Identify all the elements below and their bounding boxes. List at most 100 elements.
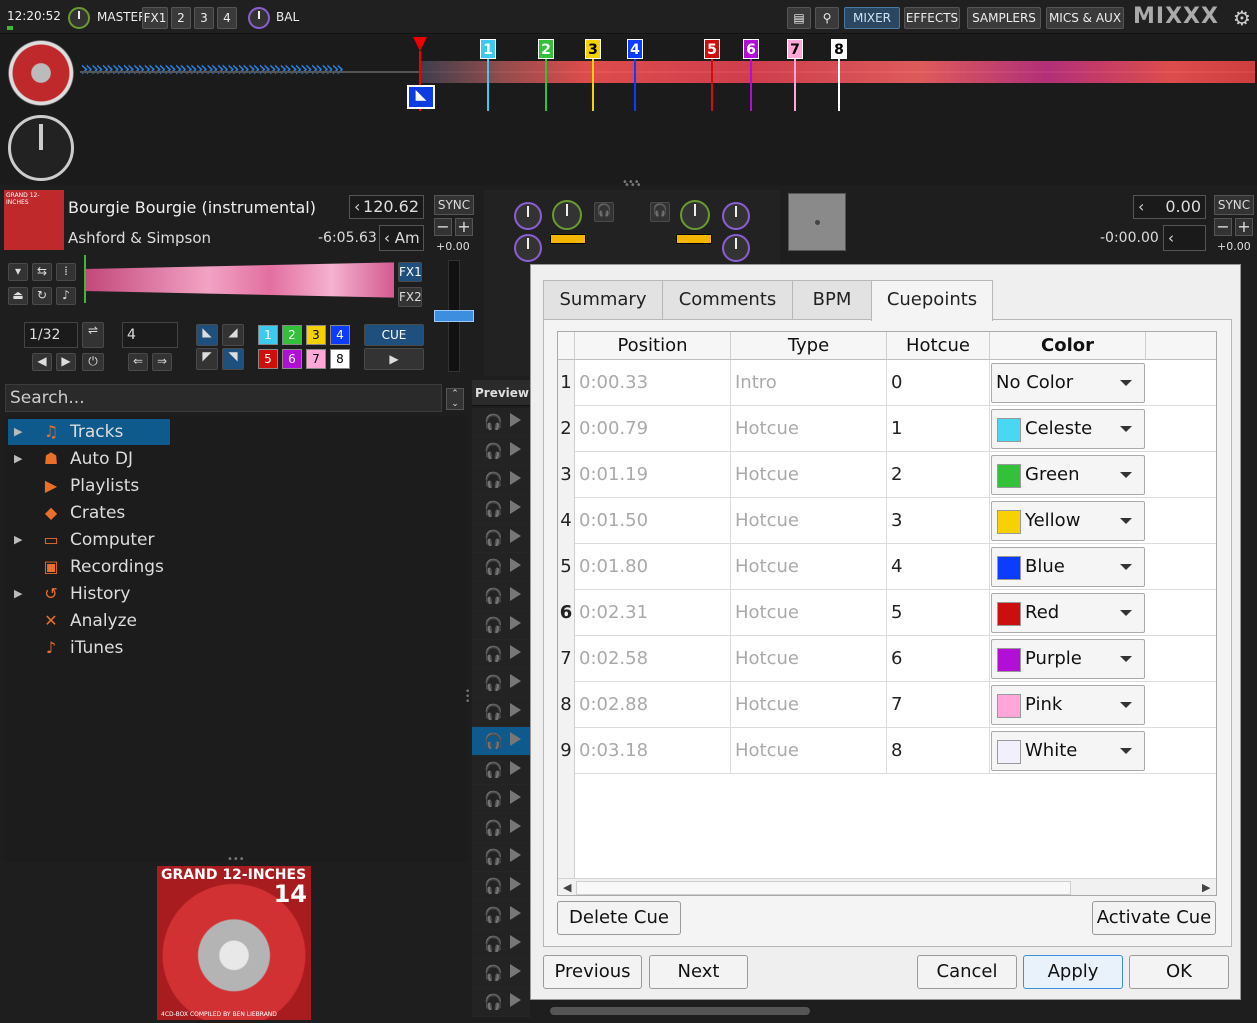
preview-play-icon[interactable] [510,616,521,630]
deck1-loop-in-icon[interactable]: ◀ [32,353,52,371]
intro-start-marker[interactable]: ◣ [407,85,435,109]
broadcast-icon[interactable]: ⚲ [815,7,839,29]
color-dropdown[interactable]: Green [991,455,1145,495]
tab-bpm[interactable]: BPM [792,280,872,320]
ch1-gain-knob[interactable] [552,200,582,230]
preview-play-icon[interactable] [510,587,521,601]
preview-play-icon[interactable] [510,848,521,862]
color-dropdown[interactable]: Blue [991,547,1145,587]
samplers-button[interactable]: SAMPLERS [967,7,1041,29]
tab-comments[interactable]: Comments [662,280,793,320]
headphones-icon[interactable]: 🎧 [484,761,503,779]
preview-row[interactable]: 🎧 [472,872,530,901]
cue-hotcue-number[interactable]: 8 [887,728,990,774]
deck1-sync-button[interactable]: SYNC [434,195,474,215]
sidebar-item-history[interactable]: ▶ ↺ History [8,581,468,607]
scroll-left-icon[interactable]: ◀ [563,881,571,894]
tab-cuepoints[interactable]: Cuepoints [871,280,993,321]
table-row[interactable]: 2 0:00.79 Hotcue 1 Celeste [558,406,1216,452]
ch1-headphone-icon[interactable]: 🎧 [594,202,614,222]
headphones-icon[interactable]: 🎧 [484,471,503,489]
cue-label[interactable] [1146,636,1216,682]
cue-label[interactable] [1146,452,1216,498]
headphones-icon[interactable]: 🎧 [484,906,503,924]
headphones-icon[interactable]: 🎧 [484,529,503,547]
deck1-reloop-icon[interactable]: ⏻ [82,353,104,371]
preview-row[interactable]: 🎧 [472,814,530,843]
fx4-button[interactable]: 4 [217,7,237,29]
deck1-quantize-icon[interactable]: ⁞ [56,263,76,281]
column-header-position[interactable]: Position [575,332,731,360]
cue-type[interactable]: Hotcue [731,590,887,636]
ch1-eq-mid-knob[interactable] [514,234,542,262]
cue-hotcue-number[interactable]: 5 [887,590,990,636]
headphones-icon[interactable]: 🎧 [484,500,503,518]
cue-hotcue-number[interactable]: 6 [887,636,990,682]
ch2-eq-mid-knob[interactable] [722,234,750,262]
preview-row[interactable]: 🎧 [472,901,530,930]
cue-type[interactable]: Hotcue [731,728,887,774]
preview-row[interactable]: 🎧 [472,437,530,466]
cue-label[interactable] [1146,590,1216,636]
hotcue-marker-6[interactable]: 6 [743,39,759,59]
search-history-dropdown[interactable]: ⌃ ⌄ [446,388,464,410]
cue-hotcue-number[interactable]: 2 [887,452,990,498]
table-row[interactable]: 5 0:01.80 Hotcue 4 Blue [558,544,1216,590]
sidebar-splitter-handle[interactable]: • • • [465,688,470,707]
cue-label[interactable] [1146,728,1216,774]
deck1-hotcue-button-5[interactable]: 5 [258,349,278,369]
cue-position[interactable]: 0:01.80 [575,544,731,590]
headphones-icon[interactable]: 🎧 [484,819,503,837]
headphones-icon[interactable]: 🎧 [484,935,503,953]
expand-arrow-icon[interactable]: ▶ [14,527,22,553]
hotcue-marker-1[interactable]: 1 [480,39,496,59]
cancel-button[interactable]: Cancel [917,955,1017,989]
headphones-icon[interactable]: 🎧 [484,413,503,431]
ch2-gain-knob[interactable] [680,200,710,230]
next-button[interactable]: Next [649,955,748,989]
ch2-headphone-icon[interactable]: 🎧 [650,202,670,222]
preview-row[interactable]: 🎧 [472,611,530,640]
cue-position[interactable]: 0:02.58 [575,636,731,682]
headphones-icon[interactable]: 🎧 [484,703,503,721]
deck1-repeat-icon[interactable]: ⇆ [32,263,52,281]
headphones-icon[interactable]: 🎧 [484,645,503,663]
deck1-hotcue-button-3[interactable]: 3 [306,325,326,345]
sidebar-item-tracks[interactable]: ▶ ♫ Tracks [8,419,170,445]
cue-position[interactable]: 0:03.18 [575,728,731,774]
deck1-beatjump-sync-icon[interactable]: ⇌ [82,322,104,348]
ch2-eq-high-knob[interactable] [722,202,750,230]
ch1-eq-high-knob[interactable] [514,202,542,230]
mics-aux-button[interactable]: MICS & AUX [1046,7,1124,29]
cue-label[interactable] [1146,682,1216,728]
hotcue-marker-4[interactable]: 4 [627,39,643,59]
preview-play-icon[interactable] [510,790,521,804]
deck1-fx2-button[interactable]: FX2 [398,287,422,307]
deck1-hotcue-button-7[interactable]: 7 [306,349,326,369]
color-dropdown[interactable]: Red [991,593,1145,633]
preview-row[interactable]: 🎧 [472,524,530,553]
fx3-button[interactable]: 3 [194,7,214,29]
headphones-icon[interactable]: 🎧 [484,442,503,460]
cue-type[interactable]: Hotcue [731,498,887,544]
cue-type[interactable]: Hotcue [731,682,887,728]
deck2-sync-button[interactable]: SYNC [1214,195,1254,215]
deck1-beatjump-size[interactable]: 1/32 [24,322,78,348]
preview-play-icon[interactable] [510,529,521,543]
preview-column-header[interactable]: Preview [472,380,530,406]
cue-position[interactable]: 0:01.19 [575,452,731,498]
table-row[interactable]: 6 0:02.31 Hotcue 5 Red [558,590,1216,636]
deck2-bpm-display[interactable]: ‹ 0.00 [1133,195,1206,219]
sidebar-item-computer[interactable]: ▶ ▭ Computer [8,527,468,553]
preview-play-icon[interactable] [510,442,521,456]
table-row[interactable]: 4 0:01.50 Hotcue 3 Yellow [558,498,1216,544]
cue-position[interactable]: 0:02.88 [575,682,731,728]
delete-cue-button[interactable]: Delete Cue [557,901,681,935]
preview-play-icon[interactable] [510,732,521,746]
library-search-input[interactable]: Search... [5,384,442,412]
column-header-hotcue[interactable]: Hotcue [887,332,990,360]
headphones-icon[interactable]: 🎧 [484,790,503,808]
cue-hotcue-number[interactable]: 0 [887,360,990,406]
preview-row[interactable]: 🎧 [472,843,530,872]
hotcue-marker-2[interactable]: 2 [538,39,554,59]
